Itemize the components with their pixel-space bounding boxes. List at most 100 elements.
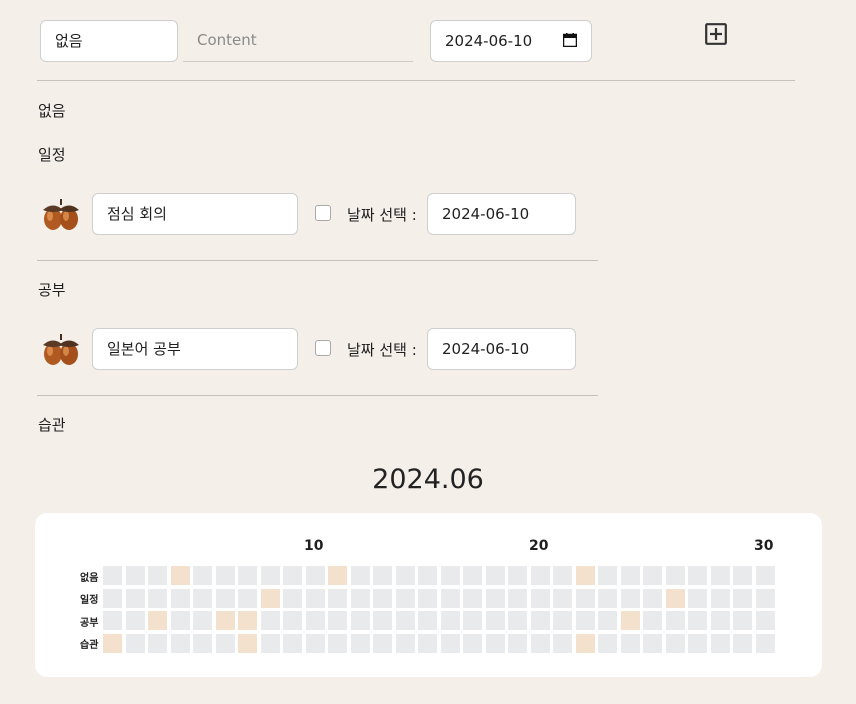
heatmap-cell: [418, 611, 437, 630]
acorn-icon: [43, 199, 79, 230]
heatmap-cell: [575, 611, 595, 630]
heatmap-cell: [215, 566, 235, 585]
heatmap-cell: [418, 566, 437, 585]
todo-page: 없음 Content 2024-06-10 없음 일정 점심 회의 날짜 선택 …: [0, 0, 856, 704]
date-input[interactable]: 2024-06-10: [430, 20, 592, 62]
heatmap-cell: [283, 633, 302, 653]
day-tick: 30: [754, 538, 774, 554]
heatmap-cell: [103, 566, 122, 585]
heatmap-cell: [620, 566, 640, 585]
section-label-none: 없음: [38, 102, 66, 120]
date-input-value: 2024-06-10: [445, 32, 533, 50]
heatmap-cell: [395, 611, 415, 630]
content-input[interactable]: Content: [183, 20, 413, 62]
heatmap-card: 10 20 30 없음 일정 공부 습관: [35, 513, 822, 677]
heatmap-cell: [260, 633, 280, 653]
heatmap-cell: [350, 566, 370, 585]
todo-date-input[interactable]: 2024-06-10: [427, 328, 576, 370]
heatmap-cell: [508, 633, 527, 653]
heatmap-cell: [530, 588, 550, 608]
heatmap-cell: [148, 566, 167, 585]
heatmap-cell: [328, 588, 347, 608]
heatmap-cell: [305, 588, 325, 608]
heatmap-cell: [665, 588, 685, 608]
heatmap-cell: [328, 633, 347, 653]
heatmap-cell: [733, 611, 752, 630]
heatmap-cell: [665, 566, 685, 585]
todo-text-input[interactable]: 점심 회의: [92, 193, 298, 235]
heatmap-cell: [508, 566, 527, 585]
date-select-checkbox[interactable]: [315, 205, 331, 221]
date-select-label: 날짜 선택 :: [347, 341, 417, 359]
heatmap-cell: [125, 611, 145, 630]
heatmap-cell: [283, 566, 302, 585]
heatmap-cell: [553, 588, 572, 608]
heatmap-cell: [733, 588, 752, 608]
heatmap-cell: [485, 633, 505, 653]
heatmap-cell: [215, 633, 235, 653]
heatmap-cell: [440, 633, 460, 653]
heatmap-cell: [103, 588, 122, 608]
section-divider: [37, 395, 598, 396]
heatmap-row-label: 습관: [80, 640, 99, 651]
heatmap-month-title: 2024.06: [372, 464, 484, 495]
heatmap-cell: [643, 611, 662, 630]
heatmap-cell: [665, 633, 685, 653]
heatmap-cell: [350, 611, 370, 630]
heatmap-cell: [170, 633, 190, 653]
heatmap-cell: [305, 566, 325, 585]
heatmap-cell: [260, 611, 280, 630]
heatmap-cell: [103, 633, 122, 653]
todo-date-input[interactable]: 2024-06-10: [427, 193, 576, 235]
heatmap-cell: [283, 611, 302, 630]
heatmap-cell: [350, 633, 370, 653]
heatmap-cell: [170, 566, 190, 585]
heatmap-cell: [485, 588, 505, 608]
heatmap-cell: [755, 633, 775, 653]
heatmap-cell: [148, 588, 167, 608]
heatmap-cell: [125, 566, 145, 585]
heatmap-cell: [463, 633, 482, 653]
calendar-icon[interactable]: [563, 33, 577, 47]
heatmap-cell: [530, 566, 550, 585]
heatmap-cell: [260, 588, 280, 608]
heatmap-cell: [125, 588, 145, 608]
heatmap-cell: [710, 566, 730, 585]
heatmap-cell: [418, 588, 437, 608]
acorn-icon: [43, 334, 79, 365]
heatmap-cell: [440, 611, 460, 630]
heatmap-cell: [553, 633, 572, 653]
heatmap-cell: [688, 611, 707, 630]
new-todo-form: 없음 Content 2024-06-10: [0, 0, 856, 80]
heatmap-cell: [598, 588, 617, 608]
heatmap-cell: [665, 611, 685, 630]
heatmap-cell: [688, 588, 707, 608]
heatmap-cell: [170, 611, 190, 630]
heatmap-cell: [755, 611, 775, 630]
heatmap-cell: [238, 588, 257, 608]
todo-item: 일본어 공부 날짜 선택 : 2024-06-10: [0, 328, 620, 372]
todo-text-input[interactable]: 일본어 공부: [92, 328, 298, 370]
heatmap-row-label: 공부: [80, 618, 99, 629]
heatmap-cell: [575, 588, 595, 608]
heatmap-cell: [395, 566, 415, 585]
date-select-checkbox[interactable]: [315, 340, 331, 356]
heatmap-cell: [598, 633, 617, 653]
heatmap-cell: [733, 633, 752, 653]
heatmap-cell: [598, 611, 617, 630]
heatmap-row-label: 없음: [80, 573, 99, 584]
heatmap-cell: [238, 611, 257, 630]
section-divider: [37, 260, 598, 261]
add-todo-button[interactable]: [705, 23, 727, 45]
heatmap-cell: [530, 633, 550, 653]
heatmap-cell: [395, 588, 415, 608]
heatmap-cell: [485, 566, 505, 585]
top-divider: [37, 80, 795, 81]
heatmap-cell: [395, 633, 415, 653]
category-select[interactable]: 없음: [40, 20, 178, 62]
heatmap-cell: [373, 633, 392, 653]
heatmap-cell: [440, 588, 460, 608]
heatmap-cell: [148, 611, 167, 630]
heatmap-cell: [710, 611, 730, 630]
heatmap-cell: [598, 566, 617, 585]
